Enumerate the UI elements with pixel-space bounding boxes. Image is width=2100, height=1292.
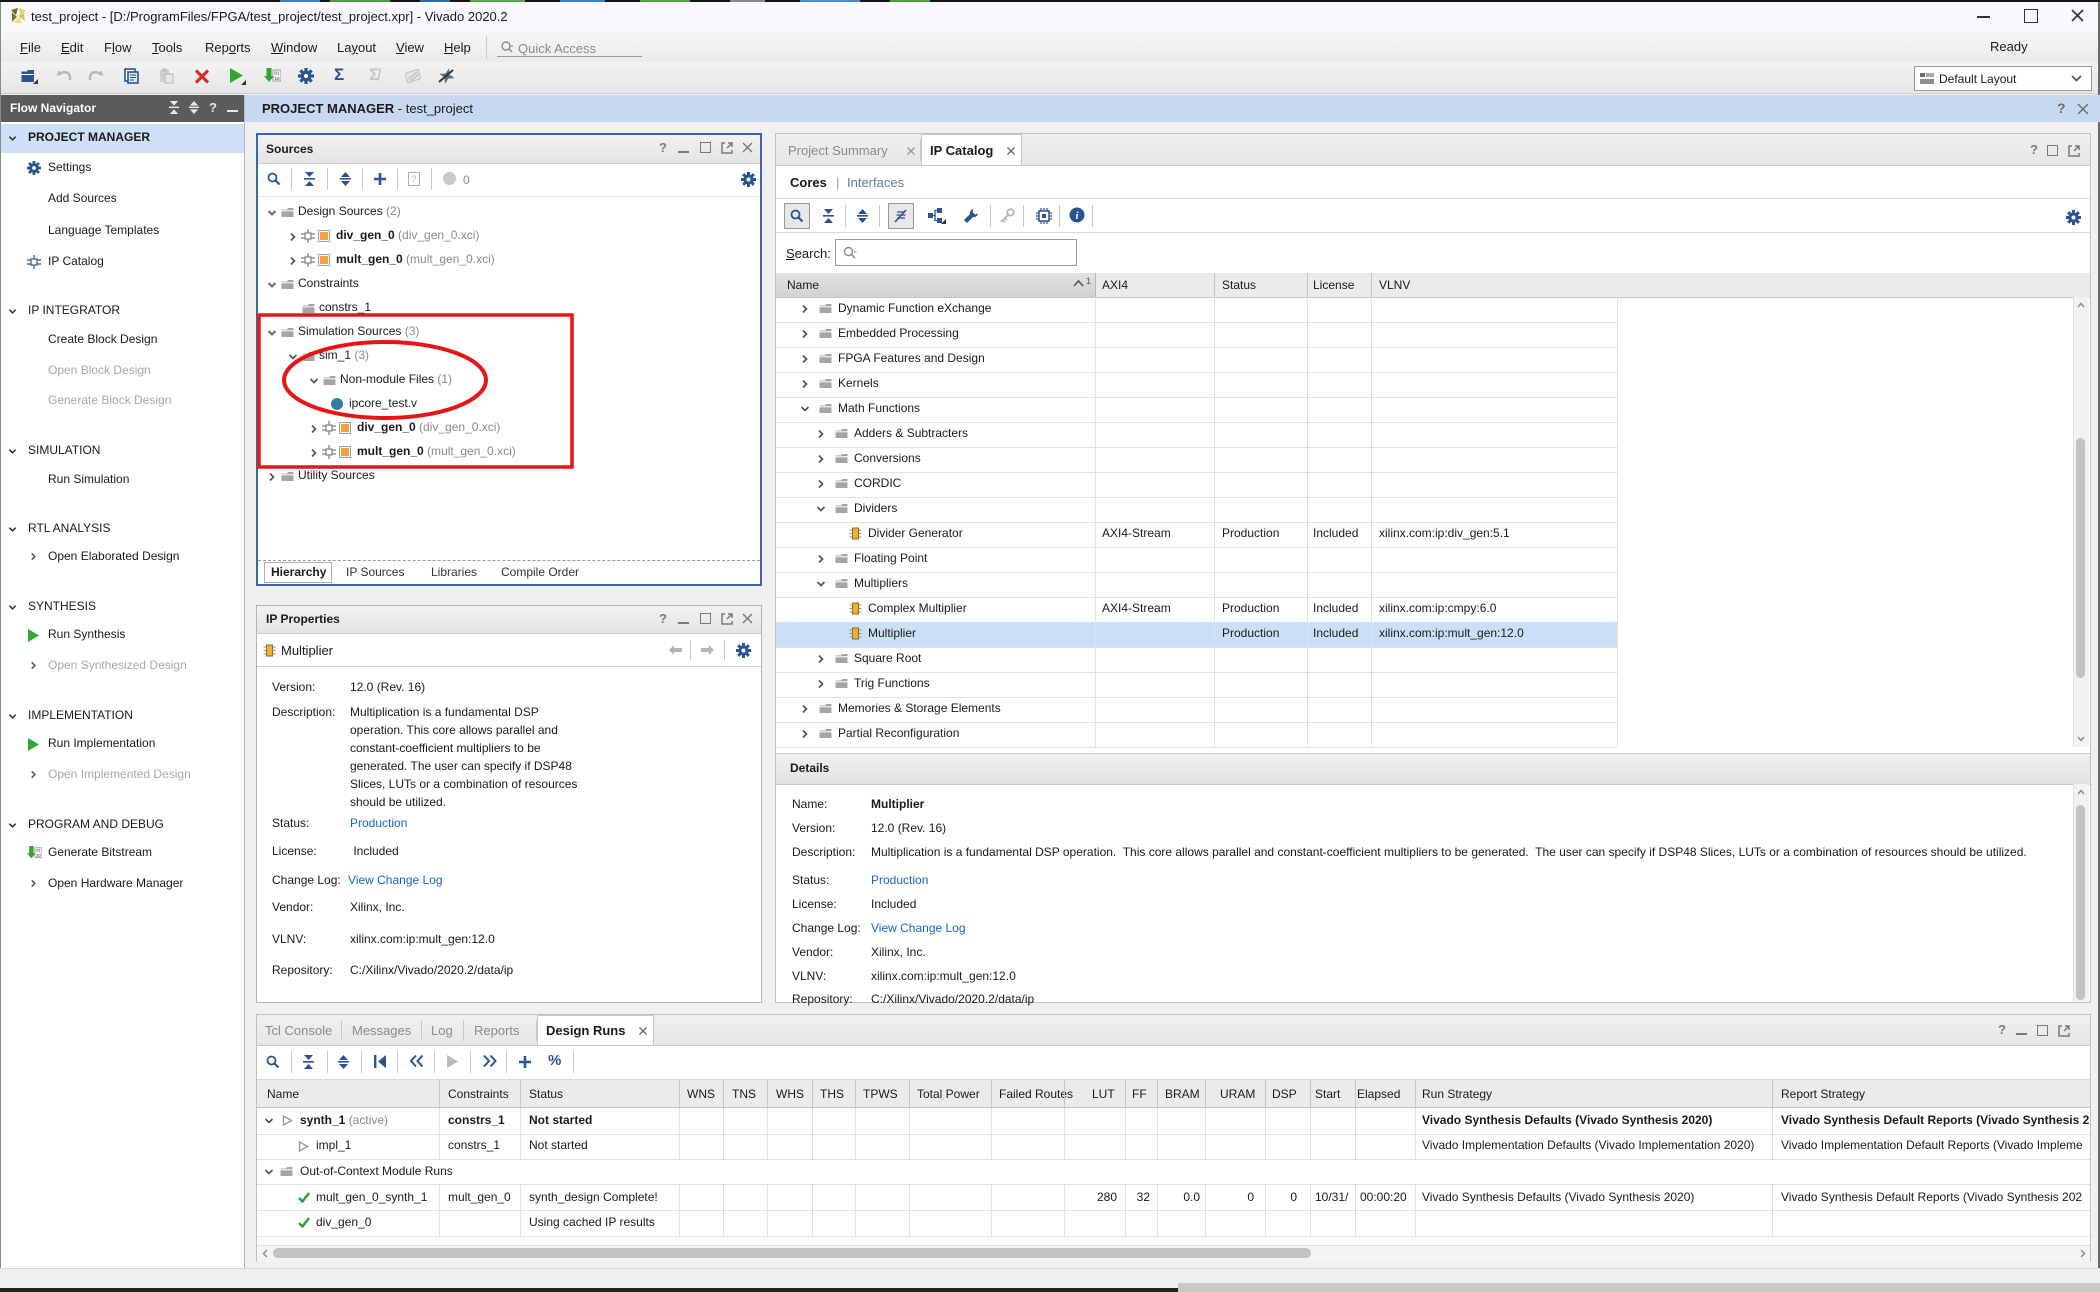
- svg-text:01: 01: [274, 71, 280, 76]
- svg-text:10: 10: [274, 76, 280, 81]
- svg-text:?: ?: [411, 174, 416, 184]
- svg-text:10: 10: [36, 853, 41, 858]
